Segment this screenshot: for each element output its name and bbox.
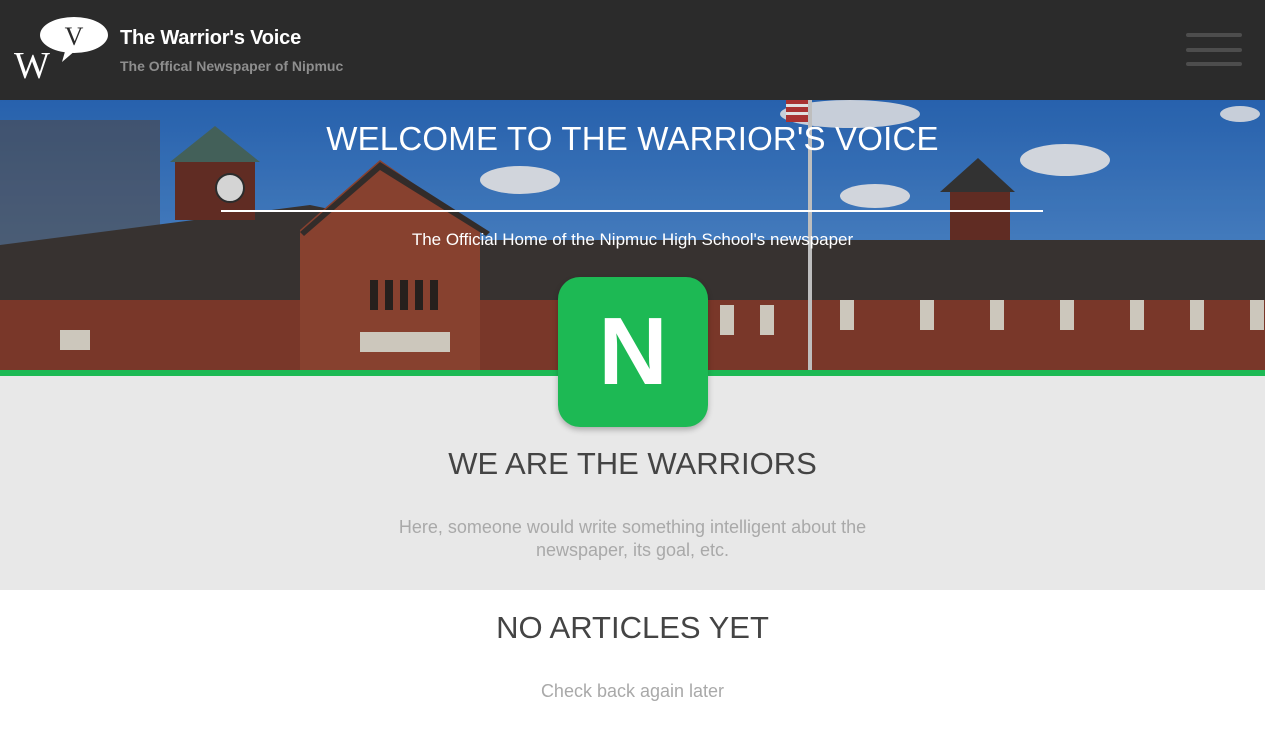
hero-divider <box>221 210 1043 212</box>
site-logo[interactable]: V W <box>12 14 112 87</box>
about-description: Here, someone would write something inte… <box>398 517 867 560</box>
svg-text:W: W <box>14 45 50 86</box>
hero-title: WELCOME TO THE WARRIOR'S VOICE <box>326 120 939 157</box>
site-subtitle: The Offical Newspaper of Nipmuc <box>120 58 344 74</box>
articles-section: NO ARTICLES YET Check back again later <box>0 590 1265 732</box>
articles-title: NO ARTICLES YET <box>496 610 769 645</box>
nipmuc-n-logo: N <box>558 277 708 427</box>
site-title[interactable]: The Warrior's Voice <box>120 27 301 50</box>
svg-text:V: V <box>65 22 84 51</box>
hamburger-menu-icon[interactable] <box>1186 33 1244 69</box>
top-navbar: V W The Warrior's Voice The Offical News… <box>0 0 1265 100</box>
about-title: WE ARE THE WARRIORS <box>448 446 817 481</box>
hero-subtitle: The Official Home of the Nipmuc High Sch… <box>411 230 854 249</box>
articles-empty-message: Check back again later <box>540 681 725 701</box>
